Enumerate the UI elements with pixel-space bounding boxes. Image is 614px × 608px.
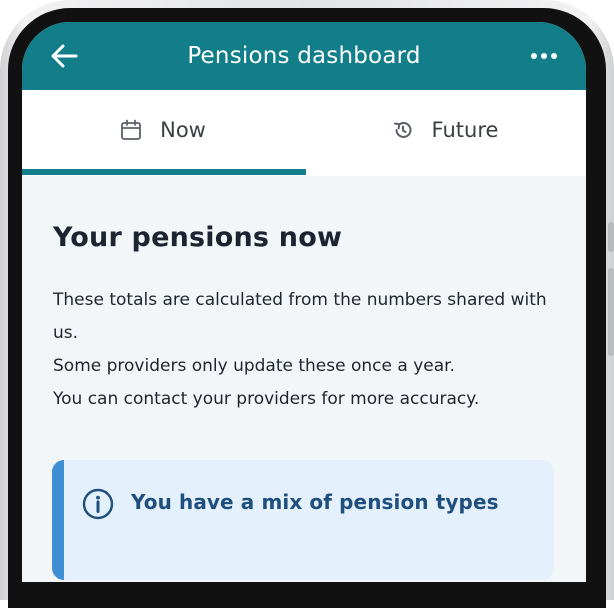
tab-now[interactable]: Now — [22, 90, 304, 170]
intro-line: You can contact your providers for more … — [53, 389, 480, 409]
info-card-accent — [52, 460, 64, 580]
more-options-icon — [541, 53, 547, 59]
calendar-icon — [121, 119, 142, 140]
app-header: Pensions dashboard — [22, 22, 586, 90]
section-heading: Your pensions now — [53, 222, 343, 253]
history-clock-icon — [393, 121, 411, 138]
info-icon — [82, 488, 114, 520]
more-options-icon — [531, 53, 537, 59]
selected-tab-indicator — [22, 169, 306, 175]
more-options-button[interactable] — [526, 40, 562, 72]
more-options-icon — [551, 53, 557, 59]
intro-line: Some providers only update these once a … — [53, 356, 455, 376]
tab-future-label: Future — [431, 118, 499, 142]
intro-text: These totals are calculated from the num… — [53, 284, 553, 416]
tab-now-label: Now — [160, 118, 206, 142]
app-screen: Pensions dashboard Now Future Your pensi… — [22, 22, 586, 582]
page-title: Pensions dashboard — [187, 43, 421, 69]
info-card: You have a mix of pension types — [52, 460, 554, 580]
info-card-title: You have a mix of pension types — [131, 490, 499, 514]
phone-side-button — [608, 268, 614, 356]
tab-bar: Now Future — [22, 90, 586, 176]
intro-line: These totals are calculated from the num… — [53, 290, 547, 343]
tab-future[interactable]: Future — [304, 90, 586, 170]
phone-side-button — [608, 222, 614, 252]
